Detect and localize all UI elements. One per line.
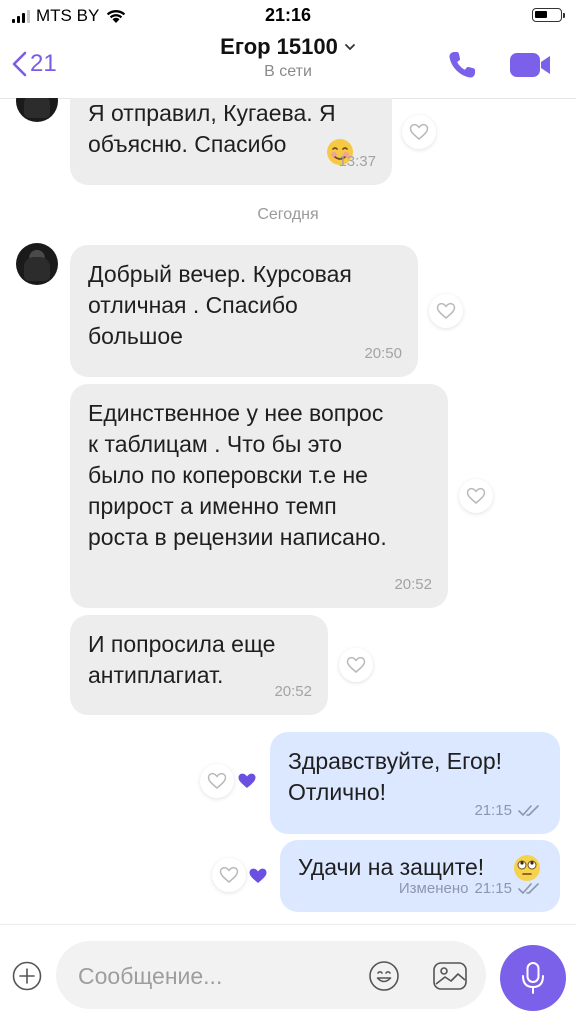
- heart-filled-icon: [249, 868, 267, 883]
- message-text: И попросила еще антиплагиат.: [88, 631, 276, 688]
- contact-name: Егор 15100: [220, 34, 338, 59]
- message-time: 13:37: [338, 153, 376, 170]
- message-composer: [0, 924, 576, 1025]
- plus-icon[interactable]: [12, 961, 42, 991]
- phone-icon[interactable]: [445, 48, 479, 82]
- message-text: Здравствуйте, Егор! Отлично!: [288, 748, 502, 805]
- heart-outline-icon: [436, 302, 456, 319]
- like-button[interactable]: [402, 115, 436, 149]
- status-bar: MTS BY 21:16: [0, 0, 576, 32]
- message-list[interactable]: Я отправил, Кугаева. Я объясню. Спасибо …: [0, 98, 576, 924]
- message-bubble-incoming[interactable]: И попросила еще антиплагиат. 20:52: [70, 615, 328, 715]
- heart-outline-icon: [409, 123, 429, 140]
- battery-icon: [532, 8, 565, 22]
- message-text: Добрый вечер. Курсовая отличная . Спасиб…: [88, 261, 352, 349]
- double-check-icon: [518, 882, 539, 894]
- clock: 21:16: [264, 5, 312, 25]
- like-button[interactable]: [429, 294, 463, 328]
- message-input[interactable]: [76, 941, 350, 1011]
- message-time: 21:15: [474, 880, 512, 897]
- contact-avatar[interactable]: [16, 98, 58, 122]
- message-bubble-incoming[interactable]: Единственное у нее вопрос к таблицам . Ч…: [70, 384, 448, 608]
- like-button[interactable]: [339, 648, 373, 682]
- microphone-icon: [522, 962, 544, 994]
- message-bubble-outgoing[interactable]: Здравствуйте, Егор! Отлично! 21:15: [270, 732, 560, 834]
- message-time: 20:52: [394, 576, 432, 593]
- message-text: Единственное у нее вопрос к таблицам . Ч…: [88, 400, 387, 550]
- message-bubble-incoming[interactable]: Добрый вечер. Курсовая отличная . Спасиб…: [70, 245, 418, 377]
- contact-avatar[interactable]: [16, 243, 58, 285]
- message-field: [56, 941, 486, 1011]
- message-time: 20:50: [364, 345, 402, 362]
- date-separator: Сегодня: [257, 206, 319, 223]
- sticker-icon[interactable]: [368, 960, 400, 992]
- message-text: Я отправил, Кугаева. Я объясню. Спасибо: [88, 100, 336, 157]
- like-button[interactable]: [212, 858, 246, 892]
- edited-label: Изменено: [398, 880, 469, 897]
- heart-outline-icon: [207, 772, 227, 789]
- online-status: В сети: [264, 63, 312, 80]
- heart-outline-icon: [219, 866, 239, 883]
- message-bubble-outgoing[interactable]: Удачи на защите! Изменено 21:15: [280, 840, 560, 912]
- like-button[interactable]: [200, 764, 234, 798]
- contact-title[interactable]: Егор 15100 В сети: [0, 34, 576, 81]
- heart-outline-icon: [346, 656, 366, 673]
- message-time: 20:52: [274, 683, 312, 700]
- message-bubble-incoming[interactable]: Я отправил, Кугаева. Я объясню. Спасибо …: [70, 98, 392, 185]
- heart-outline-icon: [466, 487, 486, 504]
- double-check-icon: [518, 804, 539, 816]
- voice-message-button[interactable]: [500, 945, 566, 1011]
- gallery-icon[interactable]: [432, 960, 468, 992]
- message-time: 21:15: [474, 802, 512, 819]
- chat-header: 21 Егор 15100 В сети: [0, 32, 576, 99]
- like-button[interactable]: [459, 479, 493, 513]
- video-call-icon[interactable]: [508, 50, 552, 80]
- heart-filled-icon: [238, 773, 256, 788]
- chevron-down-icon: [344, 44, 355, 51]
